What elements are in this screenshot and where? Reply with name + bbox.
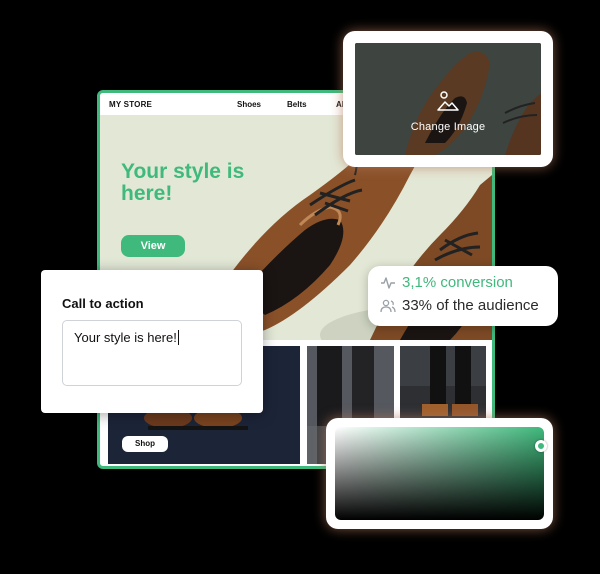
store-brand: MY STORE: [109, 100, 153, 109]
view-button[interactable]: View: [121, 235, 185, 257]
shop-button[interactable]: Shop: [122, 436, 168, 452]
cta-title: Call to action: [62, 296, 144, 311]
users-icon: [380, 299, 396, 313]
text-caret: [177, 330, 179, 345]
conversion-stat: 3,1% conversion: [380, 274, 513, 291]
nav-item-shoes[interactable]: Shoes: [237, 100, 261, 109]
audience-stat: 33% of the audience: [380, 297, 539, 314]
color-gradient-area[interactable]: [335, 427, 544, 520]
color-picker-handle[interactable]: [535, 440, 547, 452]
conversion-text: 3,1% conversion: [402, 274, 513, 291]
stats-badge: 3,1% conversion 33% of the audience: [368, 266, 558, 326]
image-preview: Change Image: [355, 43, 541, 155]
image-icon: [437, 91, 459, 111]
change-image-label: Change Image: [410, 121, 486, 133]
color-picker-card: [326, 418, 553, 529]
hero-title: Your style is here!: [121, 160, 245, 205]
change-image-card[interactable]: Change Image: [343, 31, 553, 167]
cta-text-field[interactable]: Your style is here!: [62, 320, 242, 386]
audience-text: 33% of the audience: [402, 297, 539, 314]
nav-item-belts[interactable]: Belts: [287, 100, 307, 109]
call-to-action-card: Call to action Your style is here!: [41, 270, 263, 413]
activity-icon: [381, 277, 395, 289]
cta-text-value: Your style is here!: [74, 330, 177, 345]
